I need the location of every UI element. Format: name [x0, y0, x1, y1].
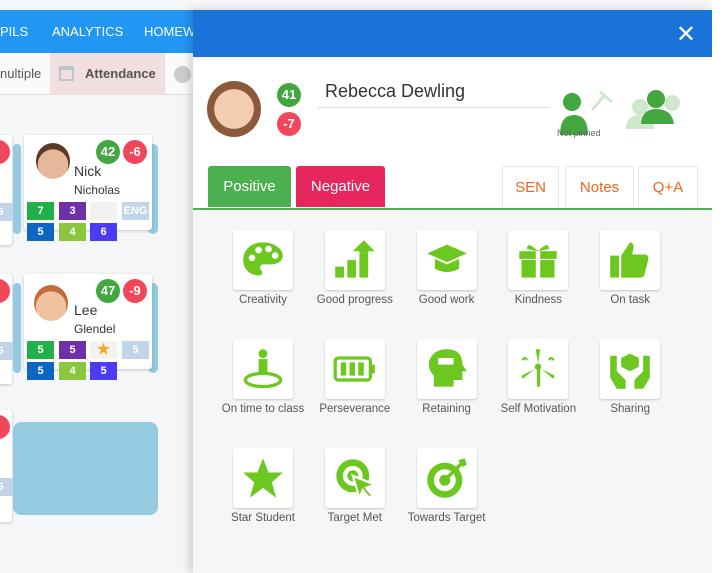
- panel-header: ✕: [193, 10, 712, 57]
- empty-seat: [13, 422, 158, 515]
- toolbar: nultiple Attendance: [0, 53, 200, 95]
- target-cursor-icon: [336, 459, 377, 500]
- behaviour-label: Target Met: [327, 512, 382, 524]
- tab-positive[interactable]: Positive: [208, 166, 291, 207]
- group-icon[interactable]: [626, 87, 686, 129]
- pupil-card-partial[interactable]: G: [0, 274, 13, 384]
- behaviour-good-work[interactable]: Good work: [401, 230, 493, 306]
- behaviour-label: Self Motivation: [500, 403, 577, 415]
- thumbs-up-icon: [610, 242, 649, 278]
- behaviour-label: On time to class: [221, 403, 305, 415]
- tab-qa[interactable]: Q+A: [638, 166, 698, 207]
- behaviour-label: Sharing: [610, 403, 650, 415]
- graduation-cap-icon: [426, 244, 467, 273]
- behaviour-label: Perseverance: [319, 403, 391, 415]
- behaviour-good-progress[interactable]: Good progress: [309, 230, 401, 306]
- target-arrow-icon: [426, 458, 467, 498]
- avatar: [34, 285, 68, 321]
- pupil-card-partial[interactable]: G: [0, 135, 13, 245]
- attendance-button[interactable]: Attendance: [50, 53, 165, 95]
- behaviour-creativity[interactable]: Creativity: [217, 230, 309, 306]
- calendar-icon: [59, 66, 74, 81]
- palette-icon: [243, 242, 283, 276]
- star-icon: [90, 202, 117, 220]
- behaviour-label: Good work: [418, 294, 475, 306]
- close-icon[interactable]: ✕: [676, 20, 696, 49]
- behaviour-star-student[interactable]: Star Student: [217, 448, 309, 524]
- pupil-card-lee[interactable]: 47 -9 Lee Glendel 5 5 ★ 5 5 4 5: [24, 274, 152, 380]
- behaviour-on-task[interactable]: On task: [584, 230, 676, 306]
- behaviour-perseverance[interactable]: Perseverance: [309, 339, 401, 415]
- top-nav: PILS ANALYTICS HOMEW: [0, 10, 200, 53]
- behaviour-label: Creativity: [239, 294, 287, 306]
- behaviour-kindness[interactable]: Kindness: [492, 230, 584, 306]
- avatar: [207, 81, 261, 137]
- nav-homework[interactable]: HOMEW: [144, 24, 195, 39]
- nav-analytics[interactable]: ANALYTICS: [52, 24, 123, 39]
- avatar: [36, 143, 70, 179]
- behaviour-target-met[interactable]: Target Met: [309, 448, 401, 524]
- tab-negative[interactable]: Negative: [296, 166, 385, 207]
- hands-cube-icon: [610, 353, 650, 389]
- behaviour-label: Kindness: [514, 294, 563, 306]
- behaviour-label: Retaining: [422, 403, 471, 415]
- behaviour-on-time-to-class[interactable]: On time to class: [217, 339, 309, 415]
- behaviour-label: On task: [610, 294, 650, 306]
- behaviour-grid: Creativity Good progress Good work Kindness…: [193, 208, 712, 573]
- behaviour-retaining[interactable]: Retaining: [401, 339, 493, 415]
- behaviour-towards-target[interactable]: Towards Target: [401, 448, 493, 524]
- pupil-panel: ✕ 41 -7 Rebecca Dewling Not pinned Posit…: [193, 10, 712, 573]
- wind-turbine-icon: [521, 349, 555, 387]
- behaviour-sharing[interactable]: Sharing: [584, 339, 676, 415]
- head-brain-icon: [428, 349, 467, 387]
- tab-sen[interactable]: SEN: [502, 166, 559, 207]
- nav-pupils[interactable]: PILS: [0, 24, 28, 39]
- tab-notes[interactable]: Notes: [565, 166, 634, 207]
- select-multiple-button[interactable]: nultiple: [0, 66, 41, 81]
- star-icon: ★: [90, 341, 117, 359]
- gift-icon: [519, 245, 558, 278]
- behaviour-self-motivation[interactable]: Self Motivation: [492, 339, 584, 415]
- battery-icon: [333, 356, 375, 382]
- pupil-name-input[interactable]: Rebecca Dewling: [317, 79, 550, 108]
- pupil-card-nick[interactable]: 42 -6 Nick Nicholas 7 3 ENG 5 4 6: [24, 135, 152, 241]
- bar-chart-up-icon: [334, 240, 375, 278]
- behaviour-label: Good progress: [316, 294, 393, 306]
- behaviour-label: Towards Target: [407, 512, 486, 524]
- person-location-icon: [243, 349, 283, 389]
- star-icon: [243, 458, 283, 498]
- behaviour-label: Star Student: [231, 512, 295, 524]
- user-icon[interactable]: [174, 66, 191, 83]
- pupil-card-partial[interactable]: G: [0, 410, 13, 522]
